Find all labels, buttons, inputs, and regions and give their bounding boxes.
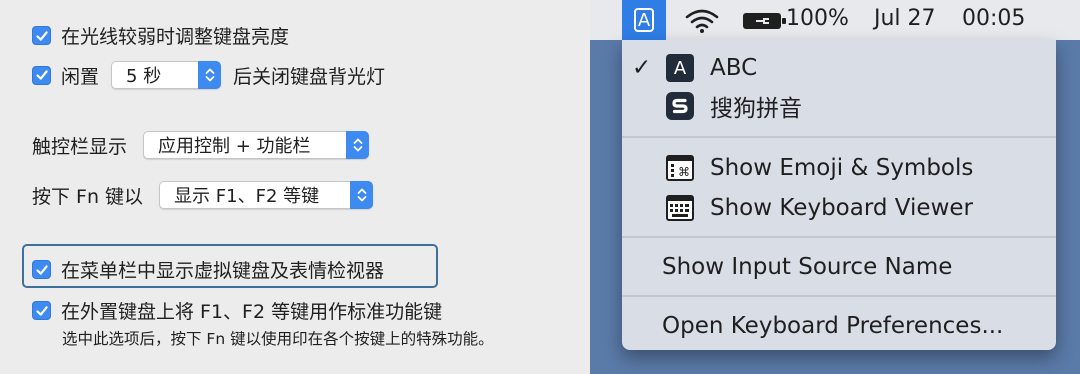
idle-duration-value: 5 秒 <box>126 66 162 87</box>
standard-fn-label: 在外置键盘上将 F1、F2 等键用作标准功能键 <box>61 301 443 323</box>
input-menu-button[interactable]: A <box>622 0 666 40</box>
menu-item-open-keyboard-preferences[interactable]: Open Keyboard Preferences... <box>622 310 1056 342</box>
menu-item-sogou-pinyin[interactable]: 搜狗拼音 <box>622 90 1056 122</box>
touchbar-label: 触控栏显示 <box>32 135 128 158</box>
touchbar-row: 触控栏显示 应用控制 + 功能栏 <box>32 131 370 159</box>
menu-item-label: Show Input Source Name <box>662 254 953 280</box>
idle-duration-stepper[interactable] <box>198 61 222 89</box>
menu-item-show-keyboard-viewer[interactable]: Show Keyboard Viewer <box>622 192 1056 224</box>
keyboard-viewer-icon <box>666 195 694 221</box>
input-source-menu: ✓ A ABC 搜狗拼音 ⌘ Show Emoji & Symbols Show… <box>622 40 1056 350</box>
checkmark-icon <box>35 264 48 275</box>
fn-key-popup[interactable]: 显示 F1、F2 等键 <box>159 181 374 209</box>
up-down-chevron-icon <box>357 188 366 202</box>
checkmark-icon: ✓ <box>632 55 652 81</box>
menubar-date[interactable]: Jul 27 <box>874 6 936 31</box>
standard-fn-note: 选中此选项后，按下 Fn 键以使用印在各个按键上的特殊功能。 <box>62 330 494 348</box>
idle-backlight-checkbox[interactable] <box>32 65 51 85</box>
menu-item-label: Show Emoji & Symbols <box>710 155 974 181</box>
menu-item-label: Open Keyboard Preferences... <box>662 313 1004 339</box>
fn-key-value: 显示 F1、F2 等键 <box>174 186 320 207</box>
checkmark-icon <box>35 30 48 41</box>
menu-item-label: 搜狗拼音 <box>710 96 802 122</box>
menu-separator <box>622 136 1056 138</box>
touchbar-display-popup[interactable]: 应用控制 + 功能栏 <box>143 131 370 159</box>
show-viewer-checkbox[interactable] <box>32 260 51 279</box>
standard-fn-checkbox[interactable] <box>32 301 51 320</box>
menu-separator <box>622 295 1056 297</box>
menu-item-label: ABC <box>710 55 758 81</box>
idle-duration-popup[interactable]: 5 秒 <box>111 61 222 89</box>
touchbar-display-value: 应用控制 + 功能栏 <box>158 136 311 157</box>
idle-suffix-label: 后关闭键盘背光灯 <box>233 65 386 88</box>
desktop-area: A 100% Jul 27 00:05 ✓ A ABC 搜狗拼音 ⌘ Show … <box>590 0 1080 374</box>
adjust-brightness-label: 在光线较弱时调整键盘亮度 <box>61 26 290 48</box>
keyboard-preferences-panel: 在光线较弱时调整键盘亮度 闲置 5 秒 后关闭键盘背光灯 触控栏显示 应用控制 … <box>0 0 590 374</box>
menu-item-show-input-source-name[interactable]: Show Input Source Name <box>622 251 1056 283</box>
menubar-time[interactable]: 00:05 <box>962 6 1025 31</box>
show-viewer-label: 在菜单栏中显示虚拟键盘及表情检视器 <box>61 260 385 282</box>
wifi-icon[interactable] <box>684 8 720 34</box>
up-down-chevron-icon <box>353 138 362 152</box>
standard-fn-row: 在外置键盘上将 F1、F2 等键用作标准功能键 <box>32 297 442 324</box>
menu-separator <box>622 236 1056 238</box>
sogou-pinyin-icon <box>666 92 694 120</box>
fn-key-label: 按下 Fn 键以 <box>32 185 144 208</box>
menu-item-show-emoji[interactable]: ⌘ Show Emoji & Symbols <box>622 152 1056 184</box>
battery-percentage[interactable]: 100% <box>786 6 849 31</box>
adjust-brightness-checkbox[interactable] <box>32 26 51 45</box>
input-source-icon: A <box>634 8 654 32</box>
fn-key-stepper[interactable] <box>350 181 374 209</box>
battery-icon[interactable] <box>742 11 788 31</box>
checkmark-icon <box>35 70 48 80</box>
menu-item-abc[interactable]: ✓ A ABC <box>622 52 1056 84</box>
idle-backlight-row: 闲置 5 秒 后关闭键盘背光灯 <box>32 61 385 89</box>
menu-bar: A 100% Jul 27 00:05 <box>590 0 1080 40</box>
show-viewer-row: 在菜单栏中显示虚拟键盘及表情检视器 <box>32 256 384 283</box>
sogou-s-glyph <box>672 98 688 114</box>
touchbar-display-stepper[interactable] <box>346 131 370 159</box>
fn-key-row: 按下 Fn 键以 显示 F1、F2 等键 <box>32 181 374 209</box>
abc-input-icon: A <box>666 54 694 82</box>
up-down-chevron-icon <box>205 68 214 82</box>
emoji-symbols-icon: ⌘ <box>666 155 694 181</box>
svg-text:⌘: ⌘ <box>678 165 690 179</box>
menu-item-label: Show Keyboard Viewer <box>710 195 973 221</box>
adjust-brightness-row: 在光线较弱时调整键盘亮度 <box>32 22 289 49</box>
checkmark-icon <box>35 305 48 316</box>
idle-prefix-label: 闲置 <box>61 65 100 88</box>
